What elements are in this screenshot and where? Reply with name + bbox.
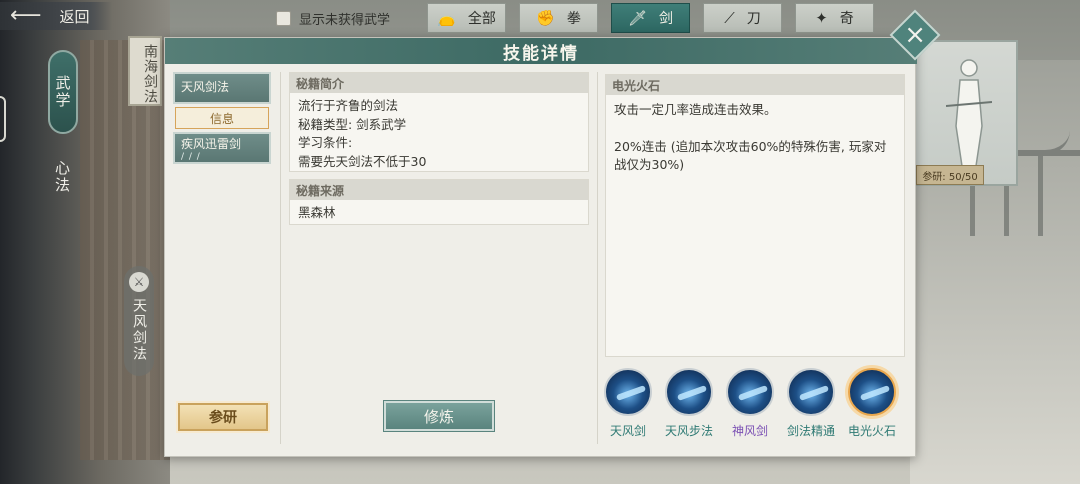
intro-line: 学习条件: bbox=[298, 135, 353, 150]
skill-entry-label: 天风剑法 bbox=[181, 80, 230, 94]
source-box: 秘籍来源 黑森林 bbox=[289, 179, 589, 225]
show-unobtained-label: 显示未获得武学 bbox=[299, 13, 391, 28]
tab-all-label: 全部 bbox=[467, 11, 496, 27]
tab-sword-label: 剑 bbox=[659, 11, 674, 27]
move-item[interactable]: 天风步法 bbox=[661, 368, 717, 439]
sword-icon: 🗡 bbox=[627, 9, 648, 27]
show-unobtained-checkbox[interactable] bbox=[276, 11, 291, 26]
move-sword-mastery-icon bbox=[787, 368, 835, 416]
move-label: 天风步法 bbox=[664, 424, 713, 438]
intro-box: 秘籍简介 流行于齐鲁的剑法 秘籍类型: 剑系武学 学习条件: 需要先天剑法不低于… bbox=[289, 72, 589, 172]
move-detail-text: 20%连击 (追加本次攻击60%的特殊伤害, 玩家对战仅为30%) bbox=[614, 138, 887, 173]
back-button[interactable]: ⟵ 返回 bbox=[0, 2, 112, 30]
move-detail-body: 攻击一定几率造成连击效果。 20%连击 (追加本次攻击60%的特殊伤害, 玩家对… bbox=[606, 95, 904, 181]
nav-xinfa[interactable]: 心法 bbox=[52, 160, 73, 194]
nav-wuxue-label: 武学 bbox=[53, 75, 72, 109]
move-item[interactable]: 剑法精通 bbox=[783, 368, 839, 439]
sword-icon: ⚔ bbox=[129, 272, 149, 292]
move-label: 电光火石 bbox=[847, 424, 896, 438]
nav-wuxue[interactable]: 武学 bbox=[48, 50, 78, 134]
current-skill-vertical-label: 天风剑法 bbox=[131, 298, 147, 362]
current-skill-badge[interactable]: ⚔ 天风剑法 bbox=[124, 266, 154, 376]
move-label: 天风剑 bbox=[609, 424, 646, 438]
skill-entry-label: 疾风迅雷剑 bbox=[181, 137, 242, 151]
move-detail-heading: 电光火石 bbox=[606, 75, 904, 95]
background-banner: 南海剑法 bbox=[128, 36, 162, 106]
skill-list-panel: 天风剑法 信息 疾风迅雷剑 / / / 参研 bbox=[173, 72, 281, 444]
bag-icon: 👝 bbox=[437, 9, 456, 27]
move-detail-text: 攻击一定几率造成连击效果。 bbox=[614, 102, 777, 117]
tab-sword[interactable]: 🗡 剑 bbox=[611, 3, 690, 33]
source-heading: 秘籍来源 bbox=[290, 180, 588, 200]
intro-heading: 秘籍简介 bbox=[290, 73, 588, 93]
close-icon: × bbox=[899, 24, 930, 46]
skill-entry[interactable]: 疾风迅雷剑 / / / bbox=[173, 132, 271, 164]
practice-button[interactable]: 修炼 bbox=[384, 401, 494, 431]
skill-entry-selected[interactable]: 天风剑法 bbox=[173, 72, 271, 104]
divider bbox=[597, 72, 598, 444]
tab-fist-label: 拳 bbox=[566, 11, 581, 27]
tab-fist[interactable]: ✊ 拳 bbox=[519, 3, 598, 33]
move-lightning-spark-icon bbox=[848, 368, 896, 416]
move-list: 天风剑 天风步法 神风剑 剑法精通 电光火石 bbox=[603, 368, 903, 448]
tab-special-label: 奇 bbox=[839, 11, 854, 27]
move-tianfeng-sword-icon bbox=[604, 368, 652, 416]
modal-title: 技能详情 bbox=[503, 43, 579, 64]
move-item[interactable]: 神风剑 bbox=[722, 368, 778, 439]
intro-line: 秘籍类型: 剑系武学 bbox=[298, 116, 407, 132]
skill-detail-modal: 技能详情 天风剑法 信息 疾风迅雷剑 / / / 参研 秘籍简介 流行于齐鲁的剑… bbox=[164, 37, 917, 457]
back-arrow-icon: ⟵ bbox=[10, 3, 42, 28]
info-tab-button[interactable]: 信息 bbox=[175, 107, 269, 129]
intro-line: 流行于齐鲁的剑法 bbox=[298, 98, 399, 113]
swordsman-figure-icon bbox=[946, 59, 992, 167]
shuriken-icon: ✦ bbox=[815, 9, 828, 27]
back-label: 返回 bbox=[59, 7, 90, 26]
tab-all[interactable]: 👝 全部 bbox=[427, 3, 506, 33]
move-detail-box: 电光火石 攻击一定几率造成连击效果。 20%连击 (追加本次攻击60%的特殊伤害… bbox=[605, 74, 905, 357]
move-tianfeng-step-icon bbox=[665, 368, 713, 416]
blade-icon: ⟋ bbox=[724, 9, 735, 27]
fist-icon: ✊ bbox=[536, 9, 555, 27]
tab-blade-label: 刀 bbox=[746, 11, 761, 27]
left-edge-handle[interactable] bbox=[0, 96, 6, 142]
research-button[interactable]: 参研 bbox=[178, 403, 268, 431]
research-progress-tag: 参研: 50/50 bbox=[916, 165, 984, 185]
tab-blade[interactable]: ⟋ 刀 bbox=[703, 3, 782, 33]
move-item[interactable]: 天风剑 bbox=[600, 368, 656, 439]
move-item-selected[interactable]: 电光火石 bbox=[844, 368, 900, 439]
source-text: 黑森林 bbox=[298, 205, 336, 220]
move-label: 神风剑 bbox=[731, 424, 768, 438]
move-shenfeng-sword-icon bbox=[726, 368, 774, 416]
intro-line: 需要先天剑法不低于30 bbox=[298, 153, 427, 169]
modal-header: 技能详情 bbox=[165, 38, 917, 64]
intro-body: 流行于齐鲁的剑法 秘籍类型: 剑系武学 学习条件: 需要先天剑法不低于30 bbox=[290, 93, 588, 175]
move-label: 剑法精通 bbox=[786, 424, 835, 438]
tab-special[interactable]: ✦ 奇 bbox=[795, 3, 874, 33]
show-unobtained-toggle[interactable]: 显示未获得武学 bbox=[276, 9, 390, 28]
skill-entry-ticks: / / / bbox=[181, 152, 201, 162]
